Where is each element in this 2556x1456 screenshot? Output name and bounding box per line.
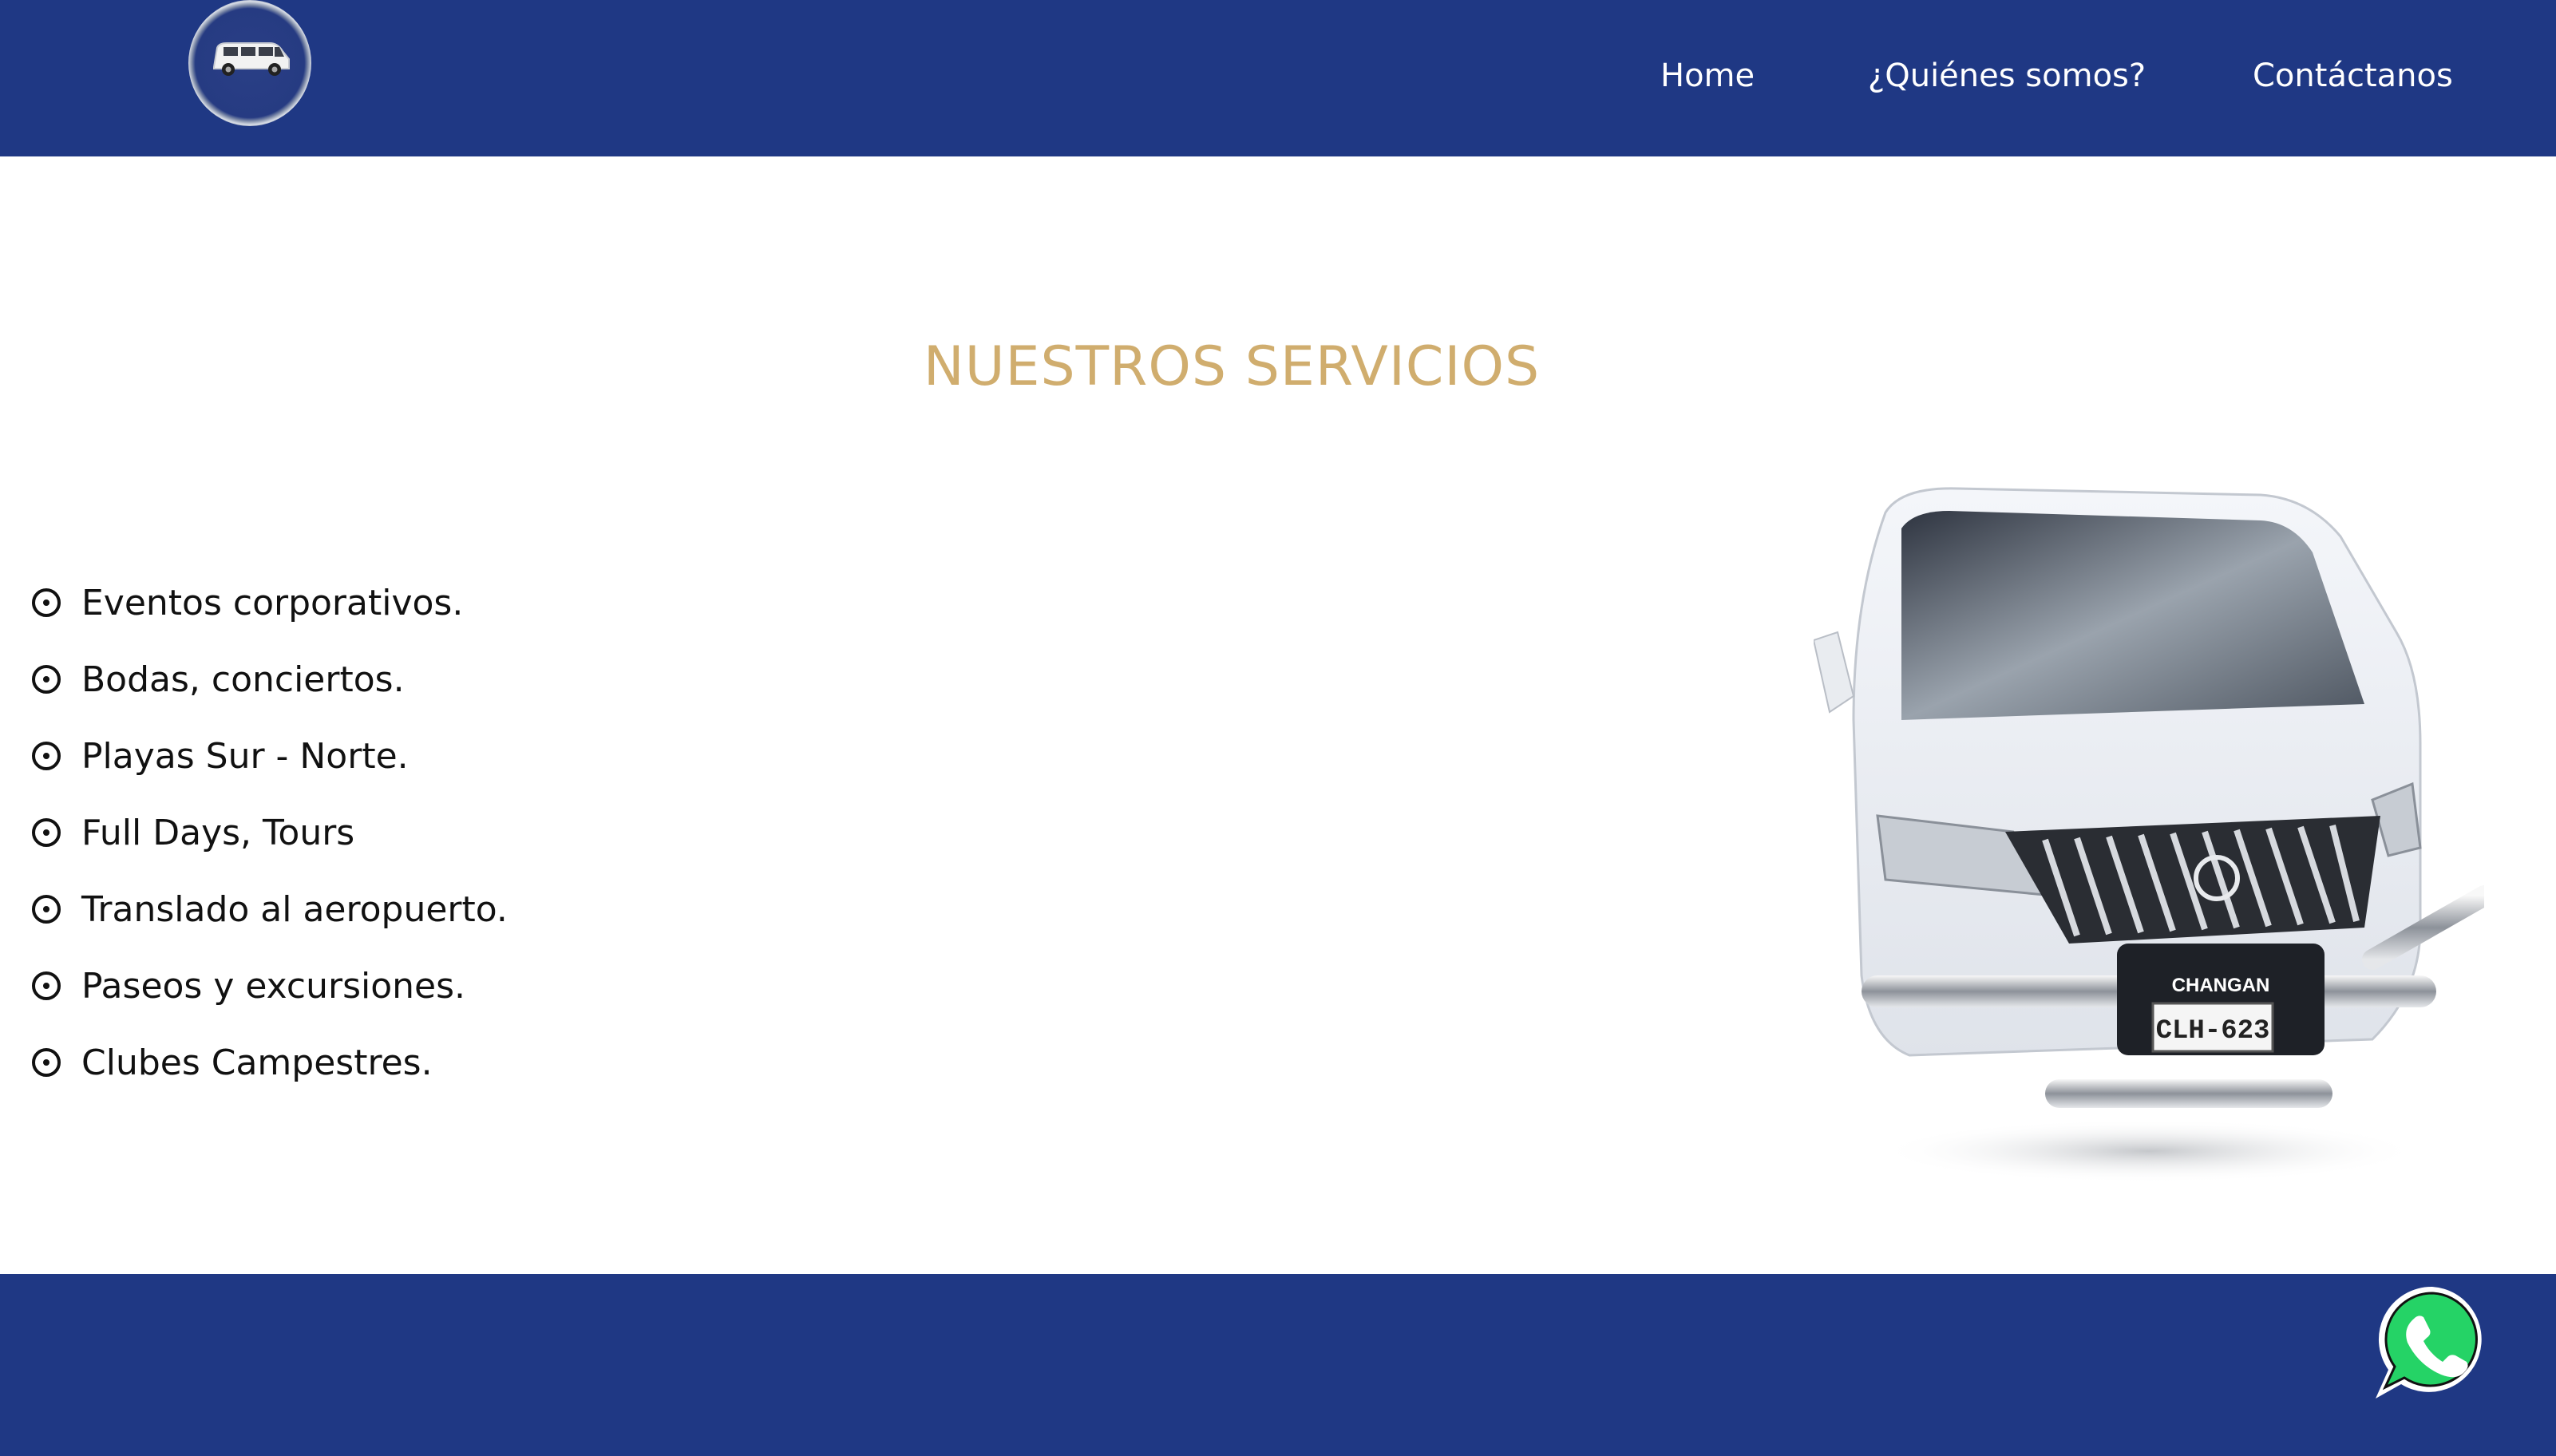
van-photo: CHANGAN CLH-623 — [1814, 487, 2484, 1183]
circle-dot-icon — [32, 665, 61, 694]
service-label: Translado al aeropuerto. — [81, 888, 508, 930]
circle-dot-icon — [32, 1048, 61, 1077]
list-item: Clubes Campestres. — [32, 1035, 433, 1090]
nav-contact[interactable]: Contáctanos — [2253, 56, 2453, 96]
service-label: Eventos corporativos. — [81, 582, 464, 623]
page: Home ¿Quiénes somos? Contáctanos NUESTRO… — [0, 0, 2556, 1456]
site-header: Home ¿Quiénes somos? Contáctanos — [0, 0, 2556, 156]
list-item: Bodas, conciertos. — [32, 651, 405, 707]
circle-dot-icon — [32, 742, 61, 770]
list-item: Eventos corporativos. — [32, 575, 463, 631]
circle-dot-icon — [32, 971, 61, 1000]
list-item: Full Days, Tours — [32, 805, 354, 861]
nav-about-us[interactable]: ¿Quiénes somos? — [1868, 56, 2146, 96]
van-logo-icon[interactable] — [188, 0, 311, 126]
whatsapp-icon[interactable] — [2372, 1282, 2492, 1402]
license-plate-text: CLH-623 — [2156, 1016, 2270, 1046]
circle-dot-icon — [32, 895, 61, 924]
list-item: Translado al aeropuerto. — [32, 881, 508, 937]
service-label: Playas Sur - Norte. — [81, 735, 409, 777]
list-item: Playas Sur - Norte. — [32, 728, 409, 784]
van-brand-text: CHANGAN — [2172, 975, 2270, 996]
list-item: Paseos y excursiones. — [32, 958, 465, 1014]
section-title: NUESTROS SERVICIOS — [923, 335, 1541, 398]
circle-dot-icon — [32, 588, 61, 617]
service-label: Bodas, conciertos. — [81, 659, 405, 700]
site-footer — [0, 1274, 2556, 1456]
service-label: Clubes Campestres. — [81, 1042, 433, 1083]
service-label: Paseos y excursiones. — [81, 965, 466, 1007]
circle-dot-icon — [32, 818, 61, 847]
nav-home[interactable]: Home — [1660, 56, 1755, 96]
service-label: Full Days, Tours — [81, 812, 355, 853]
